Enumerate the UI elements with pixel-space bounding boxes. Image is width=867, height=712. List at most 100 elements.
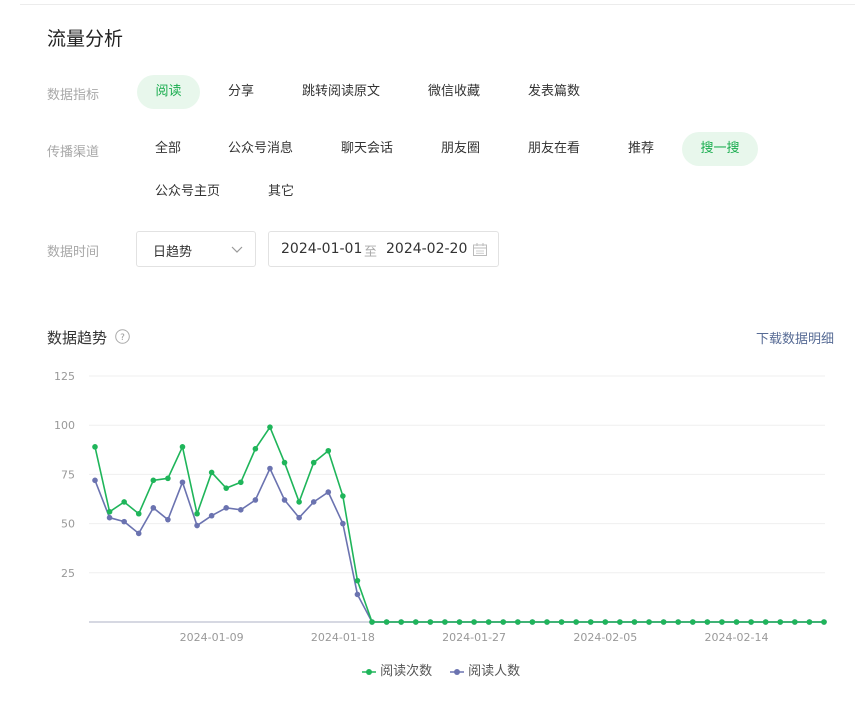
data-point bbox=[267, 465, 273, 472]
top-divider bbox=[20, 4, 855, 5]
data-point bbox=[515, 619, 521, 625]
data-point bbox=[92, 444, 98, 450]
x-tick-label: 2024-01-18 bbox=[311, 631, 375, 644]
data-point bbox=[92, 477, 98, 484]
data-point bbox=[179, 479, 186, 486]
data-point bbox=[354, 577, 361, 584]
channel-option-all[interactable]: 全部 bbox=[155, 132, 181, 166]
metric-option-read[interactable]: 阅读 bbox=[137, 75, 200, 109]
data-point bbox=[106, 514, 113, 521]
data-point bbox=[238, 507, 244, 513]
data-point bbox=[500, 619, 507, 625]
data-point bbox=[646, 619, 652, 625]
data-point bbox=[135, 510, 142, 517]
data-point bbox=[719, 619, 725, 625]
x-tick-label: 2024-02-05 bbox=[573, 631, 637, 644]
y-tick-label: 125 bbox=[54, 370, 75, 383]
end-date[interactable]: 2024-02-20 bbox=[386, 241, 467, 257]
calendar-icon bbox=[473, 243, 487, 256]
date-separator: 至 bbox=[364, 245, 378, 260]
legend-item-reads[interactable]: 阅读次数 bbox=[362, 660, 432, 679]
data-point bbox=[558, 619, 565, 625]
channel-option-other[interactable]: 其它 bbox=[268, 175, 294, 209]
date-range-picker[interactable]: 2024-01-01 至 2024-02-20 bbox=[268, 231, 499, 267]
data-point bbox=[587, 619, 594, 625]
data-point bbox=[150, 477, 157, 484]
granularity-value: 日趋势 bbox=[153, 245, 193, 260]
channels-label: 传播渠道 bbox=[47, 145, 100, 160]
data-point bbox=[398, 619, 404, 625]
data-point bbox=[223, 505, 230, 511]
trend-chart: 25 50 75 100 125 2024-01-09 2024-01-18 2024-01-… bbox=[54, 370, 827, 644]
data-point bbox=[427, 619, 434, 625]
legend-readers-label: 阅读人数 bbox=[468, 664, 521, 679]
download-details-link[interactable]: 下载数据明细 bbox=[756, 328, 834, 347]
time-label: 数据时间 bbox=[47, 245, 100, 260]
granularity-select[interactable]: 日趋势 bbox=[136, 231, 256, 267]
x-tick-label: 2024-02-14 bbox=[705, 631, 769, 644]
x-tick-label: 2024-01-09 bbox=[180, 631, 244, 644]
help-icon[interactable]: ? bbox=[115, 329, 130, 344]
data-point bbox=[777, 619, 784, 625]
data-point bbox=[675, 619, 681, 625]
start-date[interactable]: 2024-01-01 bbox=[281, 241, 362, 257]
chevron-down-icon bbox=[231, 246, 243, 253]
channel-option-messages[interactable]: 公众号消息 bbox=[228, 132, 293, 166]
data-point bbox=[165, 516, 171, 523]
data-point bbox=[660, 619, 667, 625]
data-point bbox=[544, 619, 550, 625]
metric-option-share[interactable]: 分享 bbox=[228, 75, 254, 109]
data-point bbox=[471, 619, 477, 625]
data-point bbox=[238, 479, 244, 486]
data-point bbox=[194, 510, 200, 517]
legend-item-readers[interactable]: 阅读人数 bbox=[450, 660, 520, 679]
data-point bbox=[121, 518, 127, 525]
data-point bbox=[821, 619, 827, 625]
data-point bbox=[340, 520, 346, 527]
channel-option-moments[interactable]: 朋友圈 bbox=[441, 132, 480, 166]
data-point bbox=[150, 505, 157, 511]
metric-option-favorite[interactable]: 微信收藏 bbox=[428, 75, 480, 109]
data-point bbox=[281, 497, 288, 503]
data-point bbox=[412, 619, 419, 625]
data-point bbox=[792, 619, 798, 625]
page-title: 流量分析 bbox=[47, 28, 124, 50]
trend-title: 数据趋势 bbox=[47, 329, 108, 347]
data-point bbox=[748, 619, 754, 625]
data-point bbox=[325, 489, 332, 495]
series-line bbox=[94, 425, 824, 623]
data-point bbox=[442, 619, 448, 625]
channel-option-recommend[interactable]: 推荐 bbox=[628, 132, 654, 166]
data-point bbox=[631, 619, 638, 625]
data-point bbox=[369, 619, 375, 625]
metric-option-read-original[interactable]: 跳转阅读原文 bbox=[302, 75, 380, 109]
data-point bbox=[179, 444, 186, 450]
data-point bbox=[121, 499, 127, 505]
data-point bbox=[165, 475, 171, 482]
legend-reads-label: 阅读次数 bbox=[380, 664, 433, 679]
channel-option-search[interactable]: 搜一搜 bbox=[682, 132, 758, 166]
y-tick-label: 75 bbox=[61, 468, 75, 481]
data-point bbox=[704, 619, 711, 625]
channel-option-profile[interactable]: 公众号主页 bbox=[155, 175, 220, 209]
metrics-label: 数据指标 bbox=[47, 88, 100, 103]
data-point bbox=[296, 499, 302, 505]
data-point bbox=[485, 619, 492, 625]
data-point bbox=[529, 619, 536, 625]
data-point bbox=[602, 619, 609, 625]
legend-reads-marker bbox=[362, 668, 376, 675]
data-point bbox=[296, 514, 302, 521]
data-point bbox=[223, 485, 230, 491]
data-point bbox=[135, 530, 142, 537]
data-point bbox=[252, 497, 259, 503]
data-point bbox=[806, 619, 813, 625]
channel-option-friends-watching[interactable]: 朋友在看 bbox=[528, 132, 580, 166]
data-point bbox=[456, 619, 463, 625]
data-point bbox=[106, 508, 113, 515]
data-point bbox=[354, 591, 361, 598]
data-point bbox=[208, 469, 215, 476]
channel-option-chat[interactable]: 聊天会话 bbox=[341, 132, 393, 166]
metric-option-post-count[interactable]: 发表篇数 bbox=[528, 75, 580, 109]
data-point bbox=[383, 619, 390, 625]
data-point bbox=[689, 619, 696, 625]
